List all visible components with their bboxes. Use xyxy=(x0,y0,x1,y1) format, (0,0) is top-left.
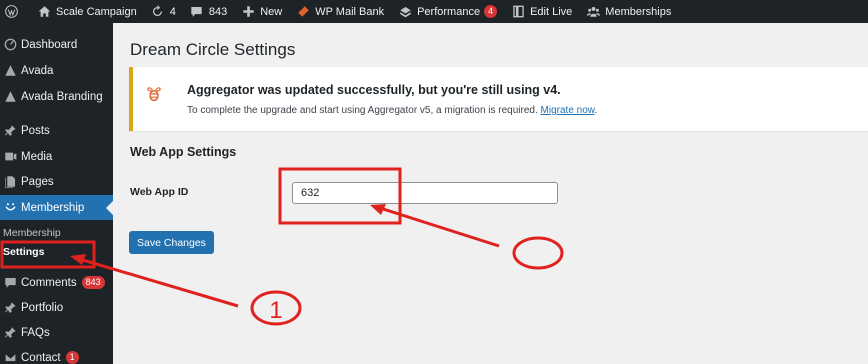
home-icon xyxy=(37,5,51,19)
sidebar-item-label: Avada xyxy=(21,64,54,77)
sidebar-item-comments[interactable]: Comments 843 xyxy=(0,270,113,295)
section-title: Web App Settings xyxy=(130,145,237,159)
comments-link[interactable]: 843 xyxy=(183,0,234,23)
sidebar-item-label: Comments xyxy=(21,276,77,289)
web-app-id-input[interactable] xyxy=(292,182,558,204)
sidebar-item-membership[interactable]: Membership xyxy=(0,195,113,220)
smiley-icon xyxy=(3,201,17,215)
admin-bar: Scale Campaign 4 843 New WP Mail Bank Pe… xyxy=(0,0,868,23)
web-app-id-label: Web App ID xyxy=(130,186,189,198)
arrow-line-to-input xyxy=(376,205,500,248)
page-title: Dream Circle Settings xyxy=(130,40,296,59)
sidebar-item-label: Contact xyxy=(21,351,61,364)
sidebar-item-label: Avada Branding xyxy=(21,90,103,103)
sidebar-item-faqs[interactable]: FAQs xyxy=(0,320,113,345)
sidebar-item-dashboard[interactable]: Dashboard xyxy=(0,32,113,57)
group-icon xyxy=(586,5,600,19)
sidebar-item-label: Portfolio xyxy=(21,301,64,314)
sidebar-item-label: Posts xyxy=(21,124,50,137)
memberships-link[interactable]: Memberships xyxy=(579,0,678,23)
pushpin-icon xyxy=(3,326,17,340)
wordpress-logo-button[interactable] xyxy=(0,0,30,23)
edit-live-label: Edit Live xyxy=(530,5,573,18)
updates-link[interactable]: 4 xyxy=(144,0,183,23)
comment-icon xyxy=(190,5,204,19)
wp-mail-bank-label: WP Mail Bank xyxy=(315,5,385,18)
arrow-head-to-input xyxy=(370,204,386,215)
save-changes-button[interactable]: Save Changes xyxy=(129,231,214,254)
new-content-link[interactable]: New xyxy=(234,0,289,23)
aggregator-update-notice: Aggregator was updated successfully, but… xyxy=(129,67,868,131)
memberships-label: Memberships xyxy=(605,5,672,18)
marker-circle-empty xyxy=(512,236,564,270)
new-label: New xyxy=(260,5,283,18)
comments-count: 843 xyxy=(208,5,228,18)
marker-1-text: 1 xyxy=(269,297,282,324)
sidebar-item-label: Membership xyxy=(21,201,85,214)
performance-label: Performance xyxy=(417,5,481,18)
aggregator-bee-icon xyxy=(146,87,162,102)
contact-badge: 1 xyxy=(65,351,79,364)
mail-bank-icon xyxy=(296,5,310,19)
site-name-link[interactable]: Scale Campaign xyxy=(30,0,144,23)
sidebar-item-label: FAQs xyxy=(21,326,50,339)
sidebar-item-media[interactable]: Media xyxy=(0,144,113,169)
sidebar-item-label: Pages xyxy=(21,175,54,188)
submenu-settings[interactable]: Settings xyxy=(3,246,44,258)
pushpin-icon xyxy=(3,301,17,315)
wordpress-icon xyxy=(4,5,18,19)
submenu-membership[interactable]: Membership xyxy=(3,227,61,239)
admin-sidebar: Dashboard Avada Avada Branding Posts Med… xyxy=(0,23,113,364)
sidebar-item-portfolio[interactable]: Portfolio xyxy=(0,295,113,320)
performance-link[interactable]: Performance 4 xyxy=(391,0,504,23)
comment-icon xyxy=(3,276,17,290)
sidebar-item-contact[interactable]: Contact 1 xyxy=(0,345,113,364)
sidebar-item-posts[interactable]: Posts xyxy=(0,118,113,143)
notice-message: To complete the upgrade and start using … xyxy=(187,105,538,116)
sidebar-item-pages[interactable]: Pages xyxy=(0,169,113,194)
edit-live-link[interactable]: Edit Live xyxy=(504,0,579,23)
avada-icon xyxy=(3,64,17,78)
sidebar-item-label: Media xyxy=(21,150,53,163)
updates-count: 4 xyxy=(169,5,176,18)
performance-icon xyxy=(398,5,412,19)
marker-circle-1 xyxy=(250,290,302,326)
notice-title: Aggregator was updated successfully, but… xyxy=(187,83,561,97)
edit-live-icon xyxy=(511,5,525,19)
mail-icon xyxy=(3,351,17,364)
dashboard-icon xyxy=(3,38,17,52)
migrate-now-link[interactable]: Migrate now xyxy=(541,105,595,116)
site-name: Scale Campaign xyxy=(56,5,137,18)
sidebar-item-avada[interactable]: Avada xyxy=(0,58,113,83)
refresh-icon xyxy=(151,5,165,19)
wp-mail-bank-link[interactable]: WP Mail Bank xyxy=(289,0,391,23)
pushpin-icon xyxy=(3,124,17,138)
notice-trailing: . xyxy=(594,105,598,116)
sidebar-item-avada-branding[interactable]: Avada Branding xyxy=(0,84,113,109)
pages-icon xyxy=(3,175,17,189)
sidebar-item-label: Dashboard xyxy=(21,38,78,51)
media-icon xyxy=(3,150,17,164)
plus-icon xyxy=(241,5,255,19)
notice-text: To complete the upgrade and start using … xyxy=(187,105,597,116)
comments-badge: 843 xyxy=(81,276,105,289)
performance-badge: 4 xyxy=(484,5,498,18)
avada-branding-icon xyxy=(3,90,17,104)
